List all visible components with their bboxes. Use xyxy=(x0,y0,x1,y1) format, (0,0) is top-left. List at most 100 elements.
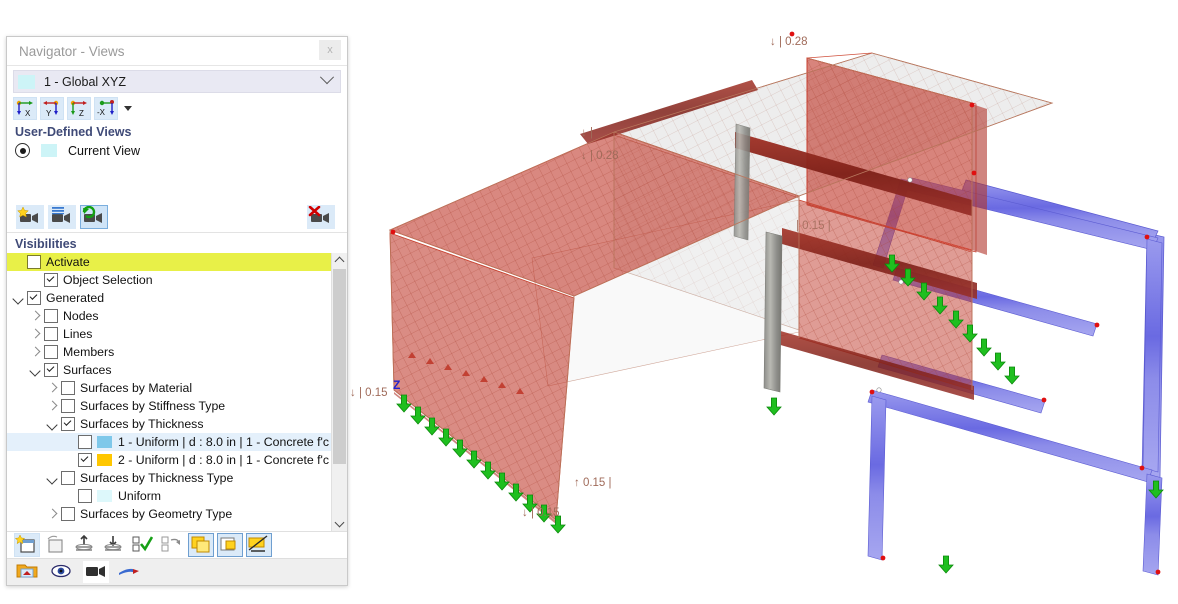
scroll-down-icon[interactable] xyxy=(332,516,347,531)
chevron-right-icon[interactable] xyxy=(30,347,41,358)
tree-item-checkbox[interactable] xyxy=(44,309,58,323)
tree-vertical-scrollbar[interactable] xyxy=(331,253,347,531)
model-viewport-3d[interactable]: ↓ | 0.28 ↓ | ↓ | 0.28 | 0.15 | ↓ | 0.15 … xyxy=(352,0,1178,599)
select-all-button[interactable] xyxy=(130,533,156,557)
hide-all-button[interactable] xyxy=(101,533,127,557)
tree-item-checkbox[interactable] xyxy=(44,273,58,287)
view-color-swatch xyxy=(18,75,35,89)
tab-results[interactable] xyxy=(117,561,143,583)
invert-selection-button[interactable] xyxy=(159,533,185,557)
tree-item[interactable]: Surfaces xyxy=(7,361,347,379)
chevron-right-icon[interactable] xyxy=(47,401,58,412)
visibilities-header: Visibilities xyxy=(7,233,347,253)
svg-text:X: X xyxy=(25,109,31,118)
scroll-up-icon[interactable] xyxy=(332,253,347,268)
chevron-down-icon[interactable] xyxy=(47,473,58,484)
clip-plane-button[interactable] xyxy=(246,533,272,557)
scrollbar-thumb[interactable] xyxy=(333,269,346,464)
tab-display[interactable] xyxy=(49,561,75,583)
tree-item[interactable]: 2 - Uniform | d : 8.0 in | 1 - Concrete … xyxy=(7,451,347,469)
load-label: ↓ | xyxy=(581,127,593,139)
tree-item-checkbox[interactable] xyxy=(61,399,75,413)
close-icon[interactable]: x xyxy=(319,40,341,60)
edit-visibility-button[interactable] xyxy=(43,533,69,557)
tree-item[interactable]: Surfaces by Stiffness Type xyxy=(7,397,347,415)
tree-spacer xyxy=(64,455,75,466)
view-color-swatch xyxy=(41,144,57,157)
tree-item[interactable]: Surfaces by Thickness Type xyxy=(7,469,347,487)
tree-item[interactable]: Generated xyxy=(7,289,347,307)
tree-item-checkbox[interactable] xyxy=(78,435,92,449)
tree-item-label: 1 - Uniform | d : 8.0 in | 1 - Concrete … xyxy=(118,435,347,449)
load-label: ↓ | 0.28 xyxy=(581,150,619,162)
tree-item[interactable]: Object Selection xyxy=(7,271,347,289)
chevron-down-icon[interactable] xyxy=(30,365,41,376)
user-defined-views-header: User-Defined Views xyxy=(7,122,347,141)
view-along-z-button[interactable]: Z xyxy=(67,97,91,120)
panel-title-text: Navigator - Views xyxy=(19,44,125,59)
chevron-right-icon[interactable] xyxy=(30,311,41,322)
tree-item[interactable]: Activate xyxy=(7,253,347,271)
tree-item-checkbox[interactable] xyxy=(78,453,92,467)
panel-title-bar: Navigator - Views x xyxy=(7,37,347,66)
tree-item-checkbox[interactable] xyxy=(61,417,75,431)
tree-rows-container: Activate Object SelectionGenerated Nodes Li… xyxy=(7,253,347,523)
svg-text:-X: -X xyxy=(97,108,106,117)
chevron-down-icon[interactable] xyxy=(320,70,334,84)
tree-item-label: Activate xyxy=(46,255,90,269)
tree-item-label: Surfaces xyxy=(63,363,112,377)
update-view-button[interactable] xyxy=(80,205,108,229)
tree-item[interactable]: Uniform xyxy=(7,487,347,505)
tree-spacer xyxy=(13,257,24,268)
view-along-x-button[interactable]: X xyxy=(13,97,37,120)
load-label: ↓ | 0.15 xyxy=(350,387,388,399)
structural-model-render xyxy=(352,0,1178,599)
tree-item-checkbox[interactable] xyxy=(27,291,41,305)
radio-selected-icon[interactable] xyxy=(15,143,30,158)
load-label: ↓ | 0.28 xyxy=(770,36,808,48)
single-visibility-button[interactable] xyxy=(217,533,243,557)
tab-views[interactable] xyxy=(83,561,109,583)
load-label: ↑ 0.15 | xyxy=(574,477,612,489)
tree-item-checkbox[interactable] xyxy=(27,255,41,269)
tree-item[interactable]: Surfaces by Geometry Type xyxy=(7,505,347,523)
view-along-neg-x-button[interactable]: -X xyxy=(94,97,118,120)
chevron-down-icon[interactable] xyxy=(13,293,24,304)
tree-item-label: Surfaces by Stiffness Type xyxy=(80,399,225,413)
tree-item[interactable]: Nodes xyxy=(7,307,347,325)
chevron-right-icon[interactable] xyxy=(30,329,41,340)
tree-item-checkbox[interactable] xyxy=(61,507,75,521)
tree-item-checkbox[interactable] xyxy=(78,489,92,503)
view-selector-value: 1 - Global XYZ xyxy=(44,75,126,89)
axis-dropdown-caret-icon[interactable] xyxy=(124,106,132,111)
view-list-button[interactable] xyxy=(48,205,76,229)
load-label: ↓ | 0.15 xyxy=(522,507,560,519)
tree-item-checkbox[interactable] xyxy=(44,345,58,359)
user-defined-view-item[interactable]: Current View xyxy=(7,141,347,158)
tree-item-checkbox[interactable] xyxy=(44,363,58,377)
chevron-right-icon[interactable] xyxy=(47,509,58,520)
tab-views-folder[interactable] xyxy=(15,561,41,583)
tree-item[interactable]: Surfaces by Material xyxy=(7,379,347,397)
combine-visibilities-button[interactable] xyxy=(188,533,214,557)
delete-view-button[interactable] xyxy=(307,205,335,229)
view-selector-dropdown[interactable]: 1 - Global XYZ xyxy=(13,70,341,93)
navigator-views-panel: Navigator - Views x 1 - Global XYZ X Y Z… xyxy=(6,36,348,586)
tree-item[interactable]: Lines xyxy=(7,325,347,343)
tree-item-checkbox[interactable] xyxy=(44,327,58,341)
tree-item-label: Surfaces by Material xyxy=(80,381,192,395)
new-visibility-button[interactable] xyxy=(14,533,40,557)
tree-item[interactable]: 1 - Uniform | d : 8.0 in | 1 - Concrete … xyxy=(7,433,347,451)
show-all-button[interactable] xyxy=(72,533,98,557)
new-view-button[interactable] xyxy=(16,205,44,229)
tree-item-checkbox[interactable] xyxy=(61,381,75,395)
tree-item[interactable]: Surfaces by Thickness xyxy=(7,415,347,433)
tree-item[interactable]: Members xyxy=(7,343,347,361)
chevron-down-icon[interactable] xyxy=(47,419,58,430)
tree-item-checkbox[interactable] xyxy=(61,471,75,485)
view-along-y-button[interactable]: Y xyxy=(40,97,64,120)
chevron-right-icon[interactable] xyxy=(47,383,58,394)
visibilities-tree[interactable]: Activate Object SelectionGenerated Nodes Li… xyxy=(7,253,347,531)
axis-view-toolbar: X Y Z -X xyxy=(7,93,347,122)
tree-item-label: Nodes xyxy=(63,309,99,323)
